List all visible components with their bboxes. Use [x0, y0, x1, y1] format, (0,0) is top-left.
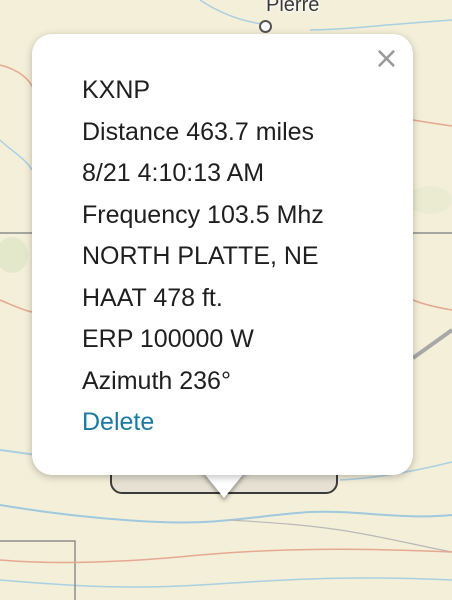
- station-frequency: Frequency 103.5 Mhz: [82, 200, 324, 229]
- station-callsign: KXNP: [82, 76, 151, 104]
- station-erp: ERP 100000 W: [82, 325, 254, 353]
- city-marker-icon: [259, 20, 272, 33]
- close-icon[interactable]: ×: [374, 44, 399, 74]
- station-azimuth: Azimuth 236°: [82, 366, 231, 395]
- city-label: Pierre: [266, 0, 320, 16]
- station-details: KXNP Distance 463.7 miles 8/21 4:10:13 A…: [82, 70, 324, 444]
- station-datetime: 8/21 4:10:13 AM: [82, 159, 265, 187]
- delete-link[interactable]: Delete: [82, 402, 324, 444]
- station-distance: Distance 463.7 miles: [82, 117, 315, 146]
- station-location: NORTH PLATTE, NE: [82, 242, 319, 270]
- station-haat: HAAT 478 ft.: [82, 283, 223, 312]
- station-info-popup: × KXNP Distance 463.7 miles 8/21 4:10:13…: [32, 34, 413, 475]
